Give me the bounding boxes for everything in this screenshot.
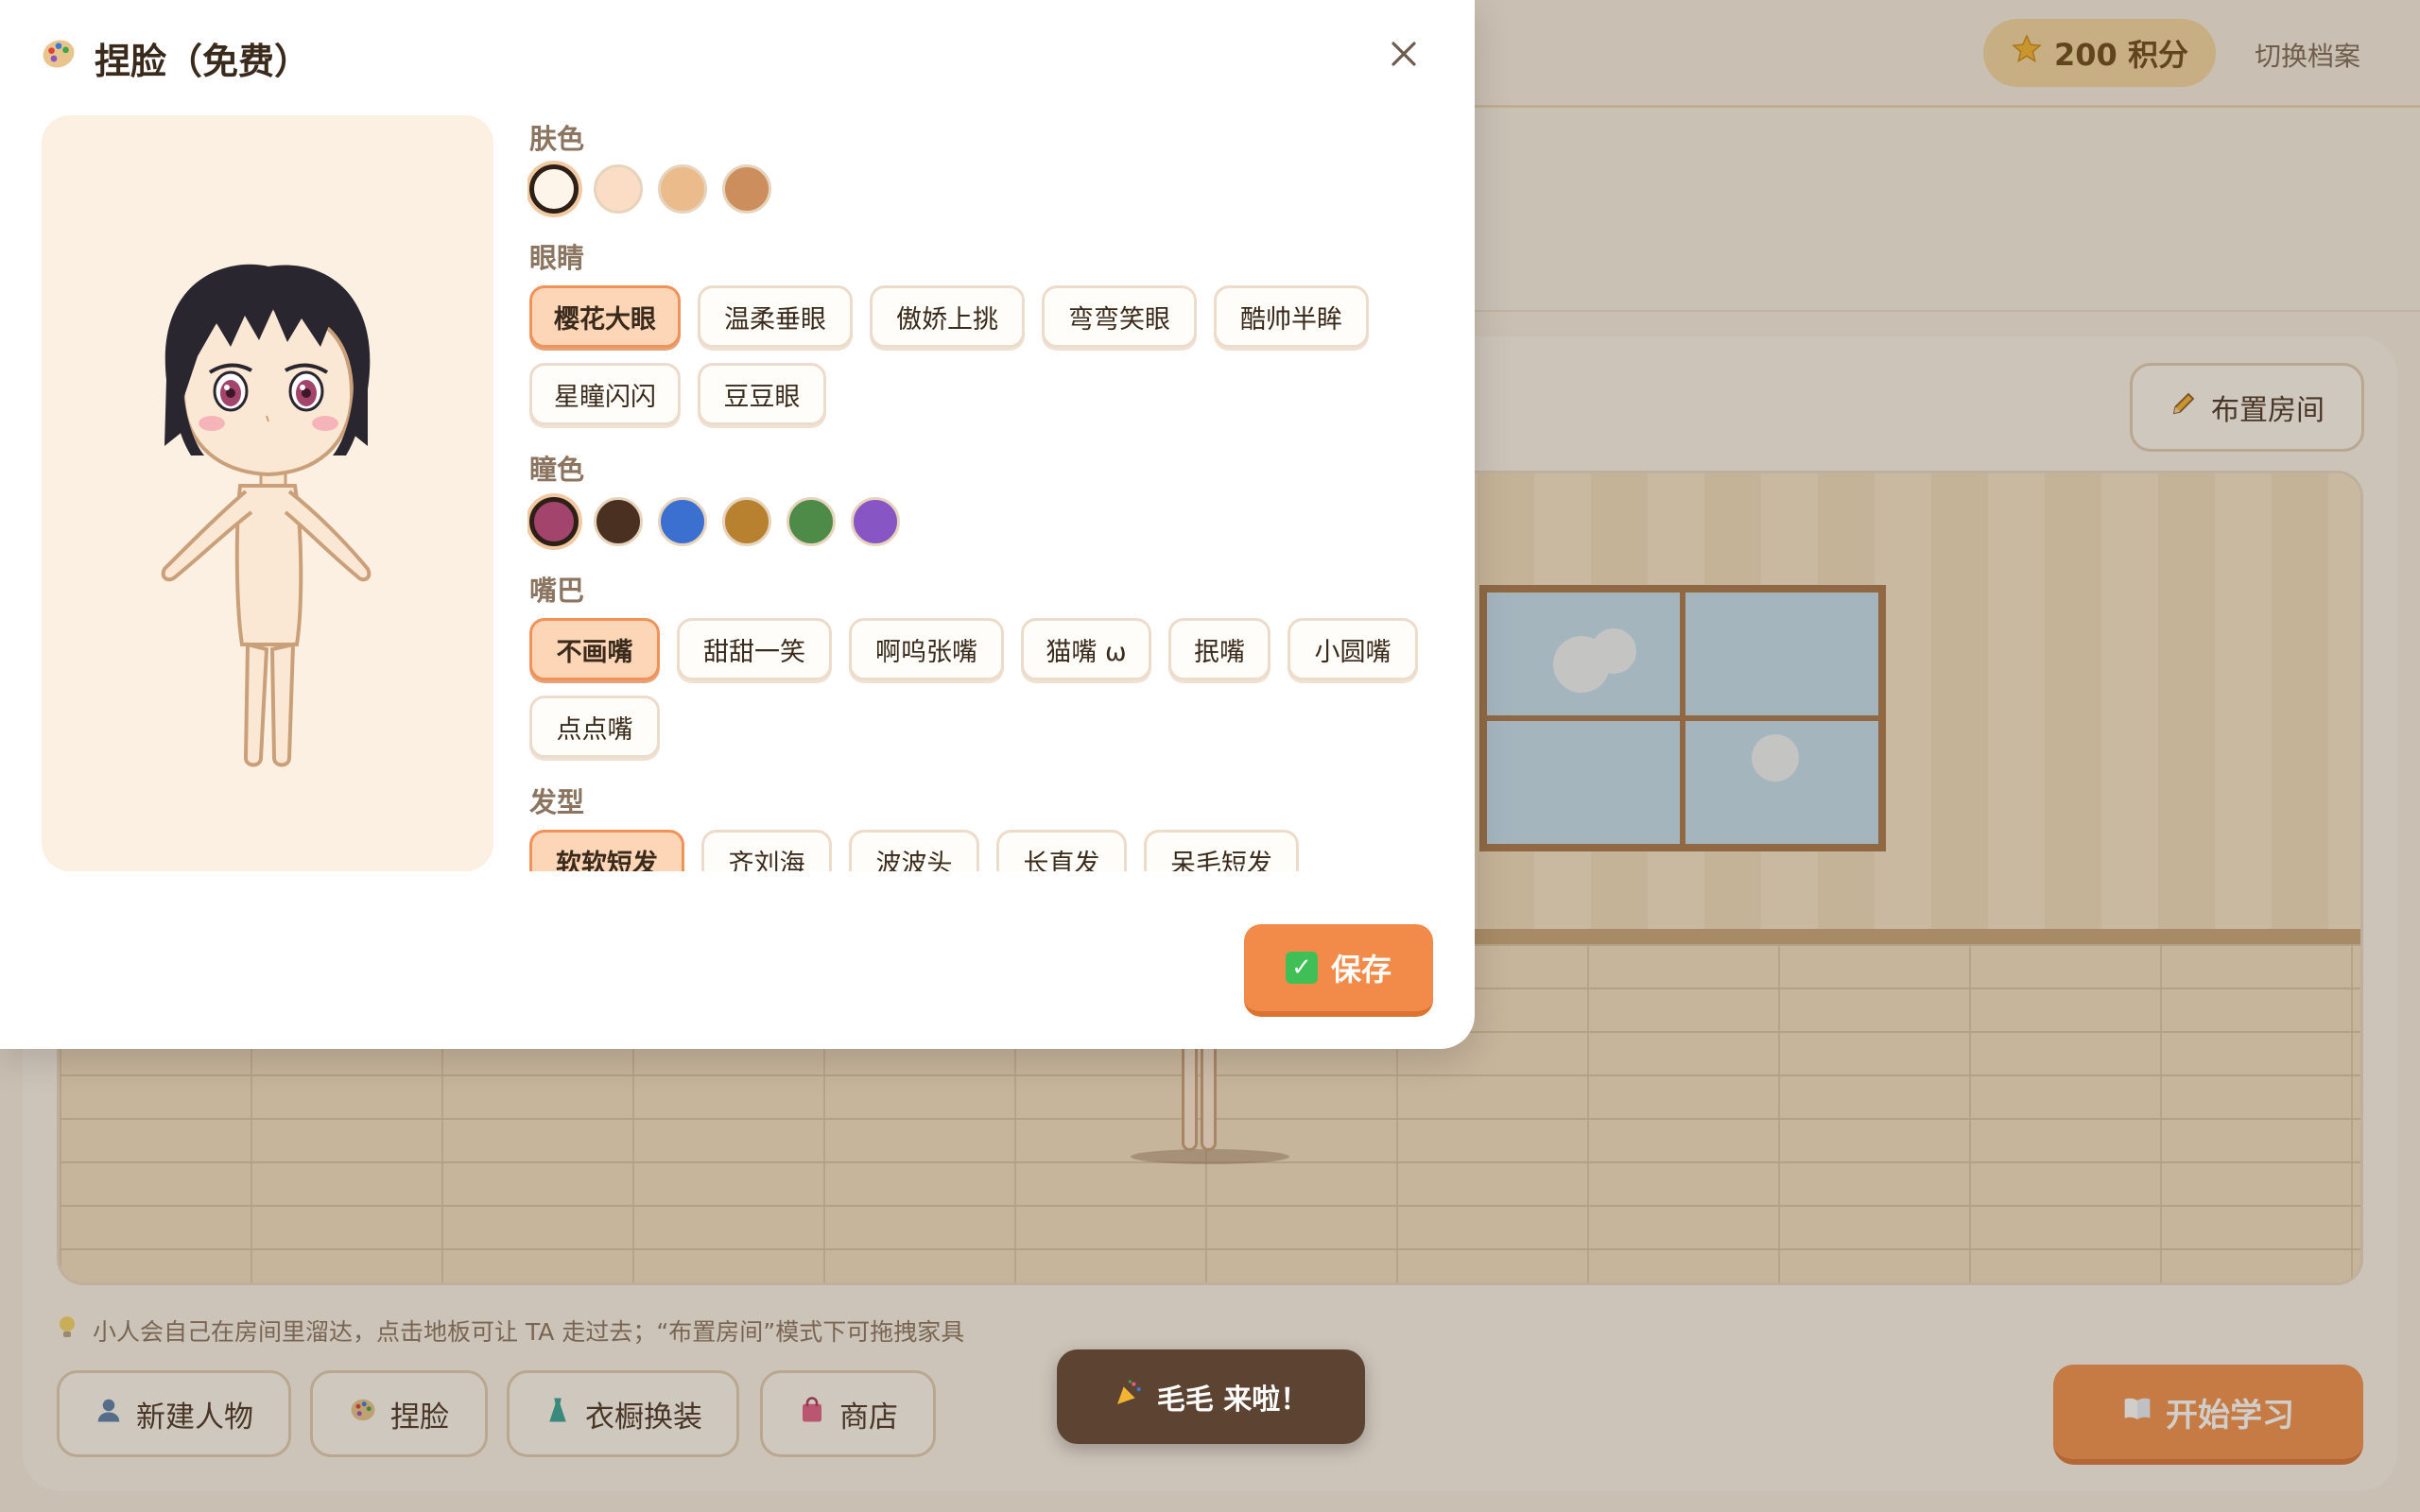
pupil-swatch[interactable]	[594, 497, 643, 546]
mouth-option[interactable]: 不画嘴	[529, 618, 660, 680]
eyes-option[interactable]: 温柔垂眼	[698, 285, 853, 348]
pupil-swatch[interactable]	[529, 497, 579, 546]
skin-swatch[interactable]	[529, 164, 579, 214]
party-popper-icon	[1114, 1378, 1144, 1416]
options-panel[interactable]: 肤色 眼睛 樱花大眼 温柔垂眼 傲娇上挑 弯弯笑眼 酷帅半眸 星瞳闪闪 豆豆眼 瞳色 嘴巴 …	[527, 113, 1435, 871]
modal-header: 捏脸（免费）	[40, 32, 310, 84]
eyes-section-title: 眼睛	[529, 242, 585, 274]
hair-option[interactable]: 齐刘海	[701, 830, 832, 871]
check-icon: ✓	[1285, 952, 1318, 984]
eyes-option[interactable]: 酷帅半眸	[1214, 285, 1369, 348]
save-label: 保存	[1330, 952, 1392, 988]
eyes-option[interactable]: 豆豆眼	[698, 363, 826, 425]
hair-option[interactable]: 波波头	[849, 830, 979, 871]
mouth-option[interactable]: 啊呜张嘴	[849, 618, 1004, 680]
hair-section-title: 发型	[529, 786, 585, 818]
hair-option[interactable]: 呆毛短发	[1144, 830, 1299, 871]
save-button[interactable]: ✓ 保存	[1244, 924, 1433, 1017]
mouth-option[interactable]: 抿嘴	[1168, 618, 1270, 680]
mouth-option[interactable]: 猫嘴 ω	[1021, 618, 1151, 680]
mouth-section-title: 嘴巴	[529, 575, 585, 607]
hair-option[interactable]: 长直发	[996, 830, 1127, 871]
toast-label: 毛毛 来啦！	[1156, 1383, 1309, 1417]
skin-section-title: 肤色	[529, 123, 585, 155]
skin-swatch[interactable]	[722, 164, 771, 214]
pupil-swatch[interactable]	[722, 497, 771, 546]
palette-icon	[40, 35, 78, 81]
face-editor-modal: 捏脸（免费） 肤色 眼睛 樱花大眼 温柔垂眼 傲娇上挑 弯弯笑眼 酷帅半眸 星瞳…	[0, 0, 1475, 1049]
pupil-swatch[interactable]	[851, 497, 900, 546]
close-icon[interactable]	[1382, 32, 1426, 76]
skin-swatch[interactable]	[594, 164, 643, 214]
eyes-option[interactable]: 星瞳闪闪	[529, 363, 681, 425]
hair-option[interactable]: 软软短发	[529, 830, 684, 871]
character-preview	[42, 115, 493, 871]
mouth-option[interactable]: 小圆嘴	[1288, 618, 1418, 680]
eyes-option[interactable]: 樱花大眼	[529, 285, 681, 348]
eyes-option[interactable]: 弯弯笑眼	[1042, 285, 1197, 348]
character-avatar	[161, 264, 372, 767]
pupil-swatch[interactable]	[658, 497, 707, 546]
modal-title: 捏脸（免费）	[95, 41, 311, 82]
pupil-swatch[interactable]	[786, 497, 836, 546]
pupil-section-title: 瞳色	[529, 454, 585, 486]
skin-swatch[interactable]	[658, 164, 707, 214]
eyes-option[interactable]: 傲娇上挑	[870, 285, 1025, 348]
toast-notification: 毛毛 来啦！	[1057, 1349, 1365, 1444]
mouth-option[interactable]: 点点嘴	[529, 696, 660, 758]
mouth-option[interactable]: 甜甜一笑	[677, 618, 832, 680]
